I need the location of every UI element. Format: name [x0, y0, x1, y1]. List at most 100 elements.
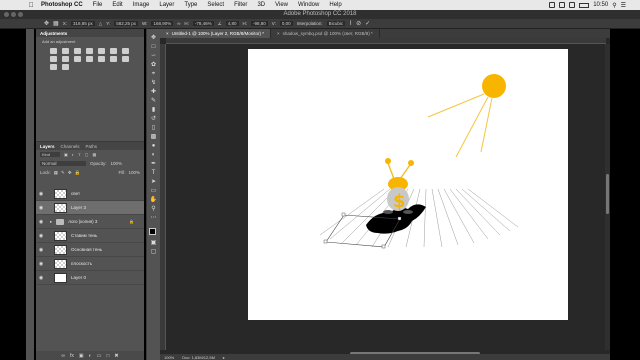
pixel-filter-icon[interactable]: ▣: [64, 152, 68, 157]
lock-transparent-icon[interactable]: ▦: [54, 170, 58, 176]
curves-icon[interactable]: [74, 48, 81, 54]
tab-paths[interactable]: Paths: [86, 144, 98, 149]
visibility-eye-icon[interactable]: ◉: [36, 191, 46, 197]
posterize-icon[interactable]: [110, 56, 117, 62]
doc-tab-untitled[interactable]: × Untitled-1 @ 100% (Layer 2, RGB/8/Moni…: [160, 29, 271, 38]
black-white-icon[interactable]: [50, 56, 57, 62]
cancel-transform-icon[interactable]: ⊘: [356, 20, 361, 27]
path-selection-tool-icon[interactable]: ➤: [150, 179, 158, 186]
crop-tool-icon[interactable]: ⌖: [150, 71, 158, 78]
transform-tool-icon[interactable]: ✥: [44, 20, 49, 27]
move-tool-icon[interactable]: ✥: [150, 35, 158, 42]
eraser-tool-icon[interactable]: ▯: [150, 125, 158, 132]
tab-adjustments[interactable]: Adjustments: [40, 31, 67, 36]
marquee-tool-icon[interactable]: □: [150, 44, 158, 51]
foreground-color-swatch[interactable]: [148, 228, 156, 235]
rectangle-tool-icon[interactable]: ▭: [150, 188, 158, 195]
type-tool-icon[interactable]: T: [150, 170, 158, 177]
exposure-icon[interactable]: [86, 48, 93, 54]
layer-row[interactable]: ◉ плоскость: [36, 257, 144, 271]
volume-icon[interactable]: [569, 2, 576, 8]
lock-all-icon[interactable]: 🔒: [75, 170, 81, 176]
v-skew-field[interactable]: 0,00: [279, 21, 293, 26]
opacity-field[interactable]: 100%: [111, 161, 123, 166]
close-tab-icon[interactable]: ×: [166, 31, 169, 36]
visibility-eye-icon[interactable]: ◉: [36, 275, 46, 281]
lasso-tool-icon[interactable]: ∽: [150, 53, 158, 60]
commit-transform-icon[interactable]: ✓: [365, 20, 370, 27]
close-tab-icon[interactable]: ×: [277, 31, 280, 36]
lock-image-icon[interactable]: ✎: [61, 170, 65, 176]
channel-mixer-icon[interactable]: [74, 56, 81, 62]
history-brush-tool-icon[interactable]: ↺: [150, 116, 158, 123]
menu-filter[interactable]: Filter: [229, 2, 252, 8]
more-tools-icon[interactable]: ⋯: [150, 215, 158, 222]
interpolation-select[interactable]: Bicubic: [326, 21, 346, 26]
x-field[interactable]: 318,85 px: [70, 21, 95, 26]
menu-image[interactable]: Image: [128, 2, 155, 8]
eyedropper-tool-icon[interactable]: ↯: [150, 80, 158, 87]
selective-color-icon[interactable]: [62, 64, 69, 70]
layer-row[interactable]: ◉ Layer 0: [36, 271, 144, 285]
shape-filter-icon[interactable]: ▢: [85, 152, 89, 157]
new-group-icon[interactable]: ▭: [97, 353, 102, 359]
quick-mask-icon[interactable]: ▣: [150, 240, 158, 247]
menu-select[interactable]: Select: [202, 2, 229, 8]
color-balance-icon[interactable]: [122, 48, 129, 54]
visibility-eye-icon[interactable]: ◉: [36, 233, 46, 239]
brightness-contrast-icon[interactable]: [50, 48, 57, 54]
layer-row[interactable]: ◉ свет: [36, 187, 144, 201]
document-canvas[interactable]: $: [248, 49, 568, 320]
lock-position-icon[interactable]: ✥: [68, 170, 72, 176]
menu-window[interactable]: Window: [293, 2, 324, 8]
menu-list-icon[interactable]: ☰: [621, 2, 626, 9]
reference-point-icon[interactable]: ▦: [53, 20, 59, 27]
h-skew-field[interactable]: -98,80: [251, 21, 268, 26]
visibility-eye-icon[interactable]: ◉: [36, 261, 46, 267]
battery-icon[interactable]: [579, 2, 590, 8]
document-info[interactable]: Doc: 1,83M/12,5M: [182, 355, 215, 360]
color-lookup-icon[interactable]: [86, 56, 93, 62]
clone-stamp-tool-icon[interactable]: ▮: [150, 107, 158, 114]
search-icon[interactable]: ⚲: [612, 2, 616, 9]
visibility-eye-icon[interactable]: ◉: [36, 219, 46, 225]
zoom-level[interactable]: 100%: [164, 355, 174, 360]
width-field[interactable]: 168,90%: [151, 21, 174, 26]
blend-mode-select[interactable]: Normal: [40, 161, 86, 166]
kind-filter-select[interactable]: Kind: [40, 152, 60, 157]
clock[interactable]: 10:50: [593, 2, 608, 8]
pen-tool-icon[interactable]: ✒: [150, 161, 158, 168]
zoom-tool-icon[interactable]: ⚲: [150, 206, 158, 213]
photo-filter-icon[interactable]: [62, 56, 69, 62]
screen-mode-icon[interactable]: ▢: [150, 249, 158, 256]
link-layers-icon[interactable]: ∞: [61, 353, 65, 359]
menu-layer[interactable]: Layer: [154, 2, 179, 8]
dodge-tool-icon[interactable]: ◐: [150, 152, 158, 159]
adjustment-filter-icon[interactable]: ◐: [72, 152, 74, 157]
vertical-scroll-thumb[interactable]: [606, 174, 609, 214]
warp-icon[interactable]: ⌇: [349, 20, 352, 27]
visibility-eye-icon[interactable]: ◉: [36, 247, 46, 253]
menu-view[interactable]: View: [270, 2, 293, 8]
quick-select-tool-icon[interactable]: ✿: [150, 62, 158, 69]
delta-icon[interactable]: △: [99, 21, 102, 27]
menu-3d[interactable]: 3D: [252, 2, 270, 8]
visibility-eye-icon[interactable]: ◉: [36, 205, 46, 211]
levels-icon[interactable]: [62, 48, 69, 54]
menu-app-name[interactable]: Photoshop CC: [36, 2, 88, 8]
horizontal-ruler[interactable]: [166, 38, 606, 44]
doc-tab-shadow[interactable]: × shadow_symbq.psd @ 100% (свет, RGB/8) …: [271, 29, 380, 38]
menu-help[interactable]: Help: [324, 2, 346, 8]
new-adjustment-icon[interactable]: ◐: [89, 353, 92, 359]
menu-type[interactable]: Type: [179, 2, 202, 8]
dropbox-icon[interactable]: [549, 2, 556, 8]
vertical-ruler[interactable]: [160, 44, 166, 350]
layer-row[interactable]: ◉ Ставим тень: [36, 229, 144, 243]
status-menu-arrow-icon[interactable]: ▸: [223, 355, 225, 360]
type-filter-icon[interactable]: T: [78, 152, 80, 157]
link-icon[interactable]: ∞: [177, 21, 180, 26]
smart-object-filter-icon[interactable]: ▩: [92, 152, 96, 157]
y-field[interactable]: 582,25 px: [114, 21, 139, 26]
height-field[interactable]: -78,46%: [192, 21, 214, 26]
tab-channels[interactable]: Channels: [61, 144, 80, 149]
